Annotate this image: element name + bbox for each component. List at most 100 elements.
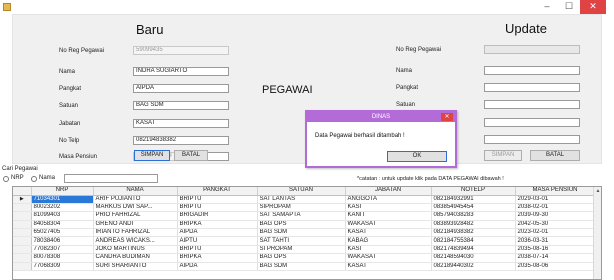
table-cell[interactable]: 083854945454 xyxy=(431,203,516,213)
table-cell[interactable]: 082184932991 xyxy=(431,195,516,204)
table-cell[interactable]: BAG OPS xyxy=(257,220,346,230)
col-pangkat[interactable]: PANGKAT xyxy=(177,187,258,196)
table-row[interactable]: 77068309 SURI SHARIANTO AIPDA BAG SDM KASAT 0… xyxy=(13,262,596,272)
jabatan-field[interactable]: KASAT xyxy=(133,119,229,128)
table-row[interactable]: 80023202 MARKUS DWI SAP... BRIPTU SIPROPAM K… xyxy=(13,203,596,213)
table-cell[interactable]: KASAT xyxy=(345,228,432,238)
table-cell[interactable]: 80023202 xyxy=(31,203,94,213)
table-cell[interactable]: KANIT xyxy=(345,211,432,221)
update-pangkat-field[interactable] xyxy=(484,83,580,92)
table-cell[interactable]: BAG SDM xyxy=(257,262,346,272)
table-cell[interactable]: 77068309 xyxy=(31,262,94,272)
table-cell[interactable]: BAG SDM xyxy=(257,228,346,238)
row-header[interactable] xyxy=(13,211,32,221)
col-satuan[interactable]: SATUAN xyxy=(257,187,346,196)
table-cell[interactable]: WAKASAT xyxy=(345,253,432,263)
table-cell[interactable]: BRIPKA xyxy=(177,253,258,263)
radio-nrp[interactable] xyxy=(3,176,9,182)
table-cell[interactable]: 2042-05-30 xyxy=(515,220,596,230)
row-header[interactable] xyxy=(13,236,32,246)
update-batal-button[interactable]: BATAL xyxy=(530,150,580,161)
table-cell[interactable]: 2035-08-06 xyxy=(515,262,596,272)
table-cell[interactable]: AIPDA xyxy=(177,262,258,272)
table-cell[interactable]: 2036-03-31 xyxy=(515,236,596,246)
update-satuan-field[interactable] xyxy=(484,100,580,109)
table-row[interactable]: ▶ 71034301 ARIF PUJIANTO BRIPTU SAT LANTAS AN… xyxy=(13,195,596,204)
table-cell[interactable]: SAT TAHTI xyxy=(257,236,346,246)
update-jabatan-field[interactable] xyxy=(484,118,580,127)
simpan-button[interactable]: SIMPAN xyxy=(134,150,170,161)
table-cell[interactable]: 80078308 xyxy=(31,253,94,263)
minimize-button[interactable]: – xyxy=(536,0,558,14)
table-cell[interactable]: AIPDA xyxy=(177,228,258,238)
table-cell[interactable]: AIPTU xyxy=(177,236,258,246)
maximize-button[interactable]: ☐ xyxy=(558,0,580,14)
table-cell[interactable]: WAKASAT xyxy=(345,220,432,230)
table-cell[interactable]: 2029-03-01 xyxy=(515,195,596,204)
update-notelp-field[interactable] xyxy=(484,135,580,144)
table-cell[interactable]: 77082307 xyxy=(31,245,94,255)
dialog-close-icon[interactable]: ✕ xyxy=(441,113,453,121)
table-cell[interactable]: 082184755384 xyxy=(431,236,516,246)
table-row[interactable]: 81099403 PRIO FAHRIZAL BRIGADIR SAT SAMAPTA… xyxy=(13,211,596,221)
table-cell[interactable]: 81099403 xyxy=(31,211,94,221)
table-cell[interactable]: SURI SHARIANTO xyxy=(93,262,178,272)
col-jabatan[interactable]: JABATAN xyxy=(345,187,432,196)
table-cell[interactable]: BAG OPS xyxy=(257,253,346,263)
update-noreg-field[interactable] xyxy=(484,45,580,54)
table-cell[interactable]: KASI xyxy=(345,245,432,255)
table-cell[interactable]: MARKUS DWI SAP... xyxy=(93,203,178,213)
table-cell[interactable]: CANDRA BUDIMAN xyxy=(93,253,178,263)
update-simpan-button[interactable]: SIMPAN xyxy=(484,150,522,161)
table-cell[interactable]: KASAT xyxy=(345,262,432,272)
table-cell[interactable]: IRIANTO FAHRIZAL xyxy=(93,228,178,238)
table-cell[interactable]: 082148594030 xyxy=(431,253,516,263)
table-cell[interactable]: BRIPTU xyxy=(177,245,258,255)
row-header[interactable] xyxy=(13,228,32,238)
noreg-field[interactable]: 59099435 xyxy=(133,46,229,55)
row-header[interactable] xyxy=(13,253,32,263)
batal-button[interactable]: BATAL xyxy=(174,150,208,161)
row-header[interactable] xyxy=(13,203,32,213)
current-row-arrow-icon[interactable]: ▶ xyxy=(13,195,32,204)
table-cell[interactable]: PRIO FAHRIZAL xyxy=(93,211,178,221)
table-cell[interactable]: 082174839494 xyxy=(431,245,516,255)
table-cell[interactable]: 2023-02-01 xyxy=(515,228,596,238)
table-cell[interactable]: 2039-09-30 xyxy=(515,211,596,221)
dialog-ok-button[interactable]: OK xyxy=(387,151,447,162)
row-header[interactable] xyxy=(13,245,32,255)
table-cell[interactable]: 2038-02-01 xyxy=(515,203,596,213)
table-cell[interactable]: 65027405 xyxy=(31,228,94,238)
col-nama[interactable]: NAMA xyxy=(93,187,178,196)
table-cell[interactable]: 083893928482 xyxy=(431,220,516,230)
table-cell[interactable]: 71034301 xyxy=(31,195,94,204)
col-masa-pensiun[interactable]: MASA PENSIUN xyxy=(515,187,596,196)
satuan-field[interactable]: BAG SDM xyxy=(133,101,229,110)
table-row[interactable]: 77082307 JOKO MARTINUS BRIPTU SI PROPAM KASI… xyxy=(13,245,596,255)
update-nama-field[interactable] xyxy=(484,66,580,75)
col-notelp[interactable]: NOTELP xyxy=(431,187,516,196)
table-cell[interactable]: 082189440302 xyxy=(431,262,516,272)
row-header[interactable] xyxy=(13,220,32,230)
table-row[interactable]: 84058304 GRENO ANDI BRIPKA BAG OPS WAKASAT 08… xyxy=(13,220,596,230)
table-cell[interactable]: JOKO MARTINUS xyxy=(93,245,178,255)
table-cell[interactable]: SAT LANTAS xyxy=(257,195,346,204)
table-cell[interactable]: 84058304 xyxy=(31,220,94,230)
grid-scrollbar[interactable]: ▲ xyxy=(593,187,601,279)
close-button[interactable]: ✕ xyxy=(580,0,606,14)
table-cell[interactable]: BRIPKA xyxy=(177,220,258,230)
table-cell[interactable]: SIPROPAM xyxy=(257,203,346,213)
table-cell[interactable]: 2038-07-14 xyxy=(515,253,596,263)
nama-field[interactable]: INDRA SUGIARTO xyxy=(133,67,229,76)
table-cell[interactable]: ANDREAS WICAKS... xyxy=(93,236,178,246)
table-cell[interactable]: SAT SAMAPTA xyxy=(257,211,346,221)
table-cell[interactable]: SI PROPAM xyxy=(257,245,346,255)
table-cell[interactable]: GRENO ANDI xyxy=(93,220,178,230)
table-cell[interactable]: KABAG xyxy=(345,236,432,246)
pegawai-grid[interactable]: NRP NAMA PANGKAT SATUAN JABATAN NOTELP M… xyxy=(12,186,602,280)
row-header[interactable] xyxy=(13,262,32,272)
table-cell[interactable]: BRIGADIR xyxy=(177,211,258,221)
table-row[interactable]: 80078308 CANDRA BUDIMAN BRIPKA BAG OPS WAKAS… xyxy=(13,253,596,263)
table-cell[interactable]: BRIPTU xyxy=(177,203,258,213)
table-cell[interactable]: 082184938382 xyxy=(431,228,516,238)
